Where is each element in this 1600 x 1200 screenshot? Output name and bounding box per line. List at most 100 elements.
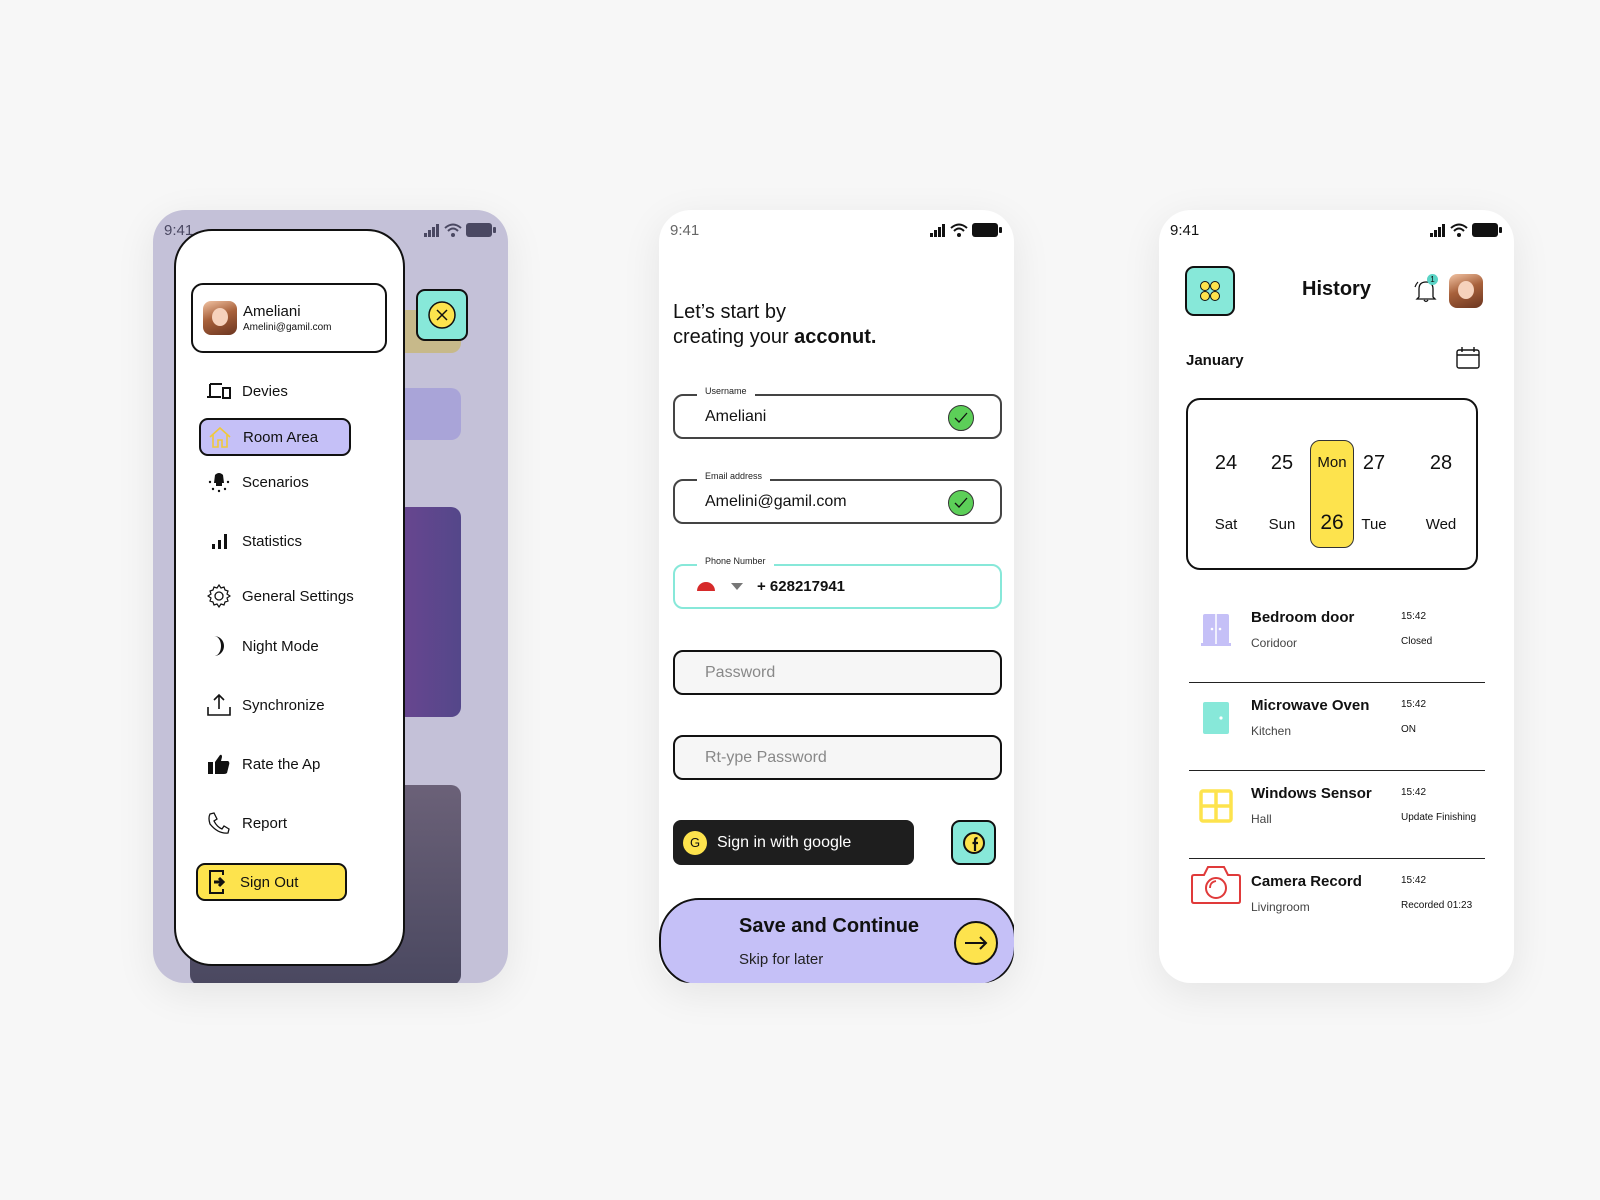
country-flag-icon[interactable]: [697, 582, 715, 591]
user-avatar[interactable]: [1449, 274, 1483, 308]
day-27[interactable]: 27 Tue: [1352, 400, 1396, 560]
menu-item-label: General Settings: [242, 587, 354, 605]
menu-item-room-area[interactable]: Room Area: [199, 418, 351, 456]
phone-number-field[interactable]: Phone Number + 628217941: [673, 556, 1002, 609]
notification-badge: 1: [1427, 274, 1438, 285]
history-item-title: Microwave Oven: [1251, 697, 1370, 714]
menu-screen: 9:41 Ameliani Amelini@gamil.com Devies R…: [153, 210, 508, 983]
upload-icon: [207, 693, 231, 716]
google-sign-in-label: Sign in with google: [717, 833, 852, 851]
background-card: [396, 388, 461, 440]
camera-icon: [1191, 866, 1241, 904]
history-item-location: Livingroom: [1251, 900, 1310, 914]
menu-item-general-settings[interactable]: General Settings: [206, 581, 354, 611]
day-number: 28: [1429, 452, 1453, 474]
skip-link[interactable]: Skip for later: [739, 951, 823, 968]
password-field[interactable]: Password: [673, 650, 1002, 695]
facebook-button[interactable]: [951, 820, 996, 865]
history-item[interactable]: Bedroom door Coridoor 15:42 Closed: [1189, 595, 1485, 683]
history-item-status: Closed: [1401, 636, 1433, 647]
menu-item-label: Scenarios: [242, 473, 309, 491]
facebook-icon: [962, 831, 985, 854]
username-field[interactable]: Username Ameliani: [673, 386, 1002, 439]
google-sign-in-button[interactable]: G Sign in with google: [673, 820, 914, 865]
history-item-time: 15:42: [1401, 787, 1427, 798]
retype-password-field[interactable]: Rt-ype Password: [673, 735, 1002, 780]
history-screen: 9:41 History 1 January 24 Sat 25 Sun Mon…: [1159, 210, 1514, 983]
battery-icon: [1472, 223, 1502, 237]
history-item-status: Recorded 01:23: [1401, 900, 1473, 911]
history-item-title: Windows Sensor: [1251, 785, 1372, 802]
calendar-icon[interactable]: [1455, 346, 1481, 370]
side-drawer: Ameliani Amelini@gamil.com Devies Room A…: [174, 229, 405, 966]
history-item[interactable]: Windows Sensor Hall 15:42 Update Finishi…: [1189, 771, 1485, 859]
menu-item-label: Devies: [242, 382, 288, 400]
menu-item-label: Synchronize: [242, 696, 325, 714]
background-image-card: [396, 507, 461, 717]
day-name: Wed: [1425, 516, 1457, 533]
wifi-icon: [950, 223, 968, 237]
history-item-location: Coridoor: [1251, 636, 1298, 650]
history-item-status: Update Finishing: [1401, 812, 1477, 823]
menu-item-rate-app[interactable]: Rate the Ap: [206, 749, 320, 779]
menu-item-night-mode[interactable]: Night Mode: [206, 631, 319, 661]
signal-icon: [930, 223, 945, 237]
day-24[interactable]: 24 Sat: [1204, 400, 1248, 560]
headline-line-1: Let’s start by: [673, 301, 787, 323]
check-icon: [948, 405, 974, 431]
continue-arrow-button[interactable]: [954, 921, 998, 965]
menu-item-statistics[interactable]: Statistics: [206, 526, 302, 556]
phone-value: + 628217941: [757, 578, 846, 595]
history-item-title: Bedroom door: [1251, 609, 1355, 626]
close-menu-button[interactable]: [416, 289, 468, 341]
menu-item-report[interactable]: Report: [206, 808, 287, 838]
day-number: 26: [1320, 511, 1344, 534]
day-28[interactable]: 28 Wed: [1419, 400, 1463, 560]
history-item[interactable]: Microwave Oven Kitchen 15:42 ON: [1189, 683, 1485, 771]
username-value: Ameliani: [705, 407, 767, 425]
page-title: Let’s start by creating your acconut.: [673, 300, 876, 350]
date-picker: 24 Sat 25 Sun Mon 26 27 Tue 28 Wed: [1186, 398, 1478, 570]
sign-out-label: Sign Out: [240, 873, 299, 891]
phone-label: Phone Number: [697, 556, 774, 566]
sign-out-button[interactable]: Sign Out: [196, 863, 347, 901]
check-icon: [948, 490, 974, 516]
day-name: Sun: [1268, 516, 1296, 533]
day-number: 24: [1214, 452, 1238, 474]
avatar: [203, 301, 237, 335]
day-26-selected[interactable]: Mon 26: [1310, 440, 1354, 548]
day-25[interactable]: 25 Sun: [1260, 400, 1304, 560]
save-continue-button[interactable]: Save and Continue: [739, 915, 919, 938]
profile-card[interactable]: Ameliani Amelini@gamil.com: [191, 283, 387, 353]
home-icon: [209, 426, 231, 448]
menu-item-scenarios[interactable]: Scenarios: [206, 467, 309, 497]
arrow-right-icon: [965, 936, 988, 950]
history-item[interactable]: Camera Record Livingroom 15:42 Recorded …: [1189, 859, 1485, 947]
history-item-location: Kitchen: [1251, 724, 1292, 738]
menu-item-devices[interactable]: Devies: [206, 376, 288, 406]
history-item-time: 15:42: [1401, 699, 1427, 710]
google-icon: G: [683, 830, 707, 855]
history-item-time: 15:42: [1401, 875, 1427, 886]
save-continue-panel: Save and Continue Skip for later: [659, 898, 1014, 983]
menu-item-label: Statistics: [242, 532, 303, 550]
history-item-time: 15:42: [1401, 611, 1427, 622]
retype-password-placeholder: Rt-ype Password: [705, 748, 827, 766]
menu-item-label: Report: [242, 814, 288, 832]
bulb-icon: [208, 473, 230, 493]
moon-icon: [214, 636, 224, 656]
status-bar: 9:41: [670, 220, 1002, 240]
profile-name: Ameliani: [243, 303, 301, 320]
day-name: Sat: [1214, 516, 1238, 533]
menu-item-label: Room Area: [243, 428, 319, 446]
email-field[interactable]: Email address Amelini@gamil.com: [673, 471, 1002, 524]
gear-icon: [207, 584, 231, 608]
history-item-title: Camera Record: [1251, 873, 1362, 890]
signal-icon: [424, 223, 439, 237]
thumbs-up-icon: [208, 754, 230, 774]
email-label: Email address: [697, 471, 771, 481]
devices-icon: [207, 383, 231, 399]
battery-icon: [466, 223, 496, 237]
chevron-down-icon[interactable]: [731, 583, 743, 590]
menu-item-synchronize[interactable]: Synchronize: [206, 690, 325, 720]
